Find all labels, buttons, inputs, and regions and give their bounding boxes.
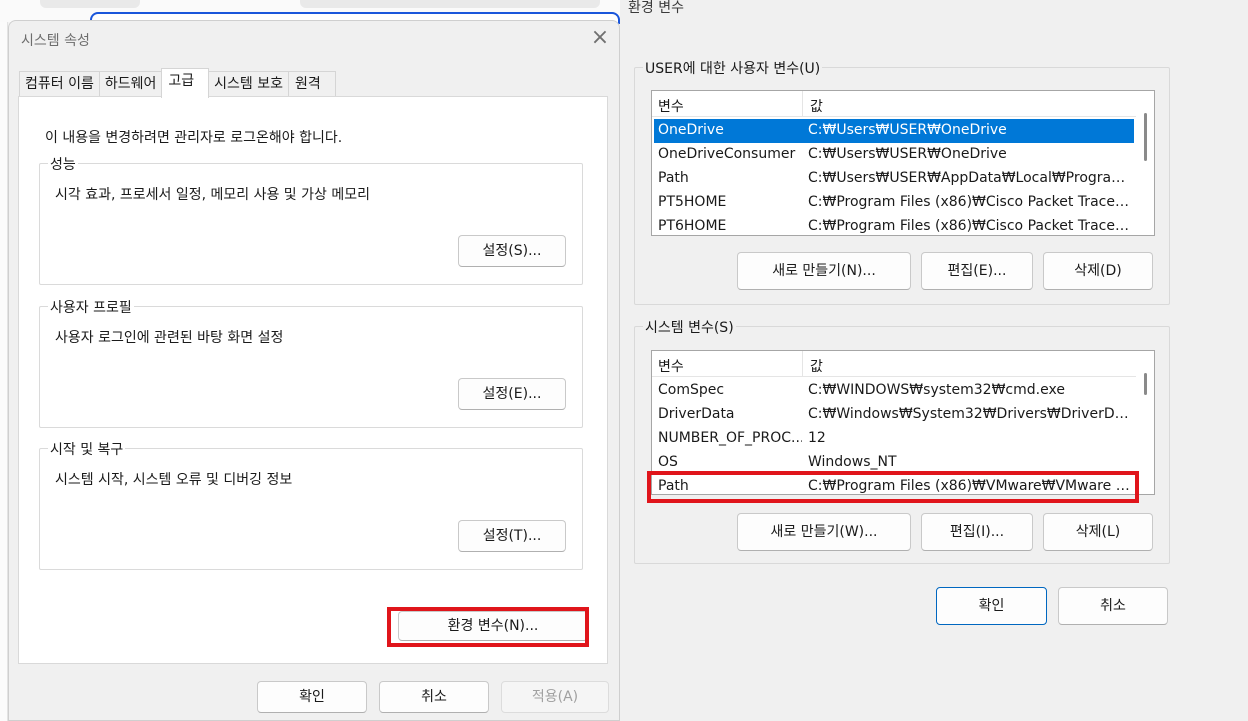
system-properties-dialog: 시스템 속성 × 컴퓨터 이름 하드웨어 고급 시스템 보호 원격 이 내용을 … [8, 20, 620, 721]
list-header: 변수 값 [652, 351, 1136, 377]
background-window-edge [0, 22, 8, 721]
variable-value: C:₩Program Files (x86)₩Cisco Packet Trac… [808, 218, 1132, 234]
variable-value: C:₩Users₩USER₩OneDrive [808, 146, 1007, 162]
system-edit-button[interactable]: 편집(I)... [921, 513, 1033, 551]
variable-name: OneDrive [658, 122, 724, 138]
list-item[interactable]: DriverData C:₩Windows₩System32₩Drivers₩D… [654, 403, 1134, 427]
variable-name: NUMBER_OF_PROC... [658, 430, 802, 446]
scrollbar-thumb[interactable] [1144, 113, 1147, 161]
variable-value: C:₩Program Files (x86)₩Cisco Packet Trac… [808, 194, 1132, 210]
system-new-button[interactable]: 새로 만들기(W)... [737, 513, 911, 551]
performance-settings-button[interactable]: 설정(S)... [458, 235, 566, 267]
variable-name: Path [658, 170, 689, 186]
scrollbar-thumb[interactable] [1144, 373, 1147, 395]
variable-value: C:₩Users₩USER₩AppData₩Local₩Programs... [808, 170, 1132, 186]
list-item[interactable]: OneDrive C:₩Users₩USER₩OneDrive [654, 119, 1134, 143]
tab-advanced[interactable]: 고급 [161, 68, 210, 98]
column-header-value[interactable]: 값 [810, 356, 823, 376]
tab-remote[interactable]: 원격 [288, 71, 336, 97]
advanced-tab-panel: 이 내용을 변경하려면 관리자로 로그온해야 합니다. 성능 시각 효과, 프로… [18, 96, 608, 664]
list-item[interactable]: Path C:₩Users₩USER₩AppData₩Local₩Program… [654, 167, 1134, 191]
system-delete-button[interactable]: 삭제(L) [1043, 513, 1153, 551]
list-item[interactable]: PT5HOME C:₩Program Files (x86)₩Cisco Pac… [654, 191, 1134, 215]
highlight-box [387, 607, 589, 647]
background-tab [40, 0, 140, 8]
admin-note: 이 내용을 변경하려면 관리자로 로그온해야 합니다. [45, 130, 343, 146]
column-header-value[interactable]: 값 [810, 96, 823, 116]
list-header: 변수 값 [652, 91, 1136, 117]
variable-name: PT6HOME [658, 218, 727, 234]
tab-hardware[interactable]: 하드웨어 [98, 71, 163, 97]
env-cancel-button[interactable]: 취소 [1058, 587, 1168, 625]
close-icon[interactable]: × [589, 27, 611, 49]
env-ok-button[interactable]: 확인 [936, 587, 1047, 625]
group-title: 시스템 변수(S) [643, 317, 736, 337]
variable-value: C:₩Users₩USER₩OneDrive [808, 122, 1007, 138]
variable-value: C:₩WINDOWS₩system32₩cmd.exe [808, 382, 1065, 398]
group-description: 시각 효과, 프로세서 일정, 메모리 사용 및 가상 메모리 [55, 187, 370, 203]
cancel-button[interactable]: 취소 [379, 681, 489, 713]
user-new-button[interactable]: 새로 만들기(N)... [737, 252, 911, 290]
system-variables-group: 시스템 변수(S) 변수 값 ComSpec C:₩WINDOWS₩system… [634, 317, 1170, 564]
highlight-box [647, 471, 1139, 503]
user-delete-button[interactable]: 삭제(D) [1043, 252, 1153, 290]
list-item[interactable]: PT6HOME C:₩Program Files (x86)₩Cisco Pac… [654, 215, 1134, 235]
ok-button[interactable]: 확인 [257, 681, 367, 713]
variable-name: OneDriveConsumer [658, 146, 796, 162]
variable-value: 12 [808, 430, 826, 446]
background-tab [300, 0, 600, 8]
variable-name: OS [658, 454, 678, 470]
group-description: 시스템 시작, 시스템 오류 및 디버깅 정보 [55, 472, 293, 488]
column-divider [802, 91, 803, 117]
user-profiles-group: 사용자 프로필 사용자 로그인에 관련된 바탕 화면 설정 설정(E)... [39, 297, 583, 428]
variable-name: PT5HOME [658, 194, 727, 210]
list-item[interactable]: NUMBER_OF_PROC... 12 [654, 427, 1134, 451]
column-header-variable[interactable]: 변수 [658, 96, 684, 116]
list-item[interactable]: OneDriveConsumer C:₩Users₩USER₩OneDrive [654, 143, 1134, 167]
performance-group: 성능 시각 효과, 프로세서 일정, 메모리 사용 및 가상 메모리 설정(S)… [39, 154, 583, 285]
group-title: 사용자 프로필 [48, 297, 134, 317]
tab-strip: 컴퓨터 이름 하드웨어 고급 시스템 보호 원격 [19, 68, 336, 98]
variable-name: DriverData [658, 406, 735, 422]
dialog-title: 환경 변수 [628, 0, 684, 16]
column-divider [802, 351, 803, 377]
environment-variables-dialog: 환경 변수 USER에 대한 사용자 변수(U) 변수 값 OneDrive C… [620, 0, 1248, 721]
apply-button[interactable]: 적용(A) [501, 681, 609, 713]
variable-name: ComSpec [658, 382, 725, 398]
variable-value: Windows_NT [808, 454, 897, 470]
column-header-variable[interactable]: 변수 [658, 356, 684, 376]
group-title: 시작 및 복구 [48, 439, 126, 459]
tab-system-protection[interactable]: 시스템 보호 [208, 71, 290, 97]
tab-computer-name[interactable]: 컴퓨터 이름 [19, 71, 100, 97]
group-description: 사용자 로그인에 관련된 바탕 화면 설정 [55, 330, 284, 346]
list-item[interactable]: ComSpec C:₩WINDOWS₩system32₩cmd.exe [654, 379, 1134, 403]
user-profiles-settings-button[interactable]: 설정(E)... [458, 378, 566, 410]
user-edit-button[interactable]: 편집(E)... [921, 252, 1033, 290]
scrollbar[interactable] [1136, 91, 1154, 235]
user-variables-list[interactable]: 변수 값 OneDrive C:₩Users₩USER₩OneDrive One… [651, 90, 1155, 236]
group-title: USER에 대한 사용자 변수(U) [643, 58, 823, 78]
group-title: 성능 [48, 154, 78, 174]
variable-value: C:₩Windows₩System32₩Drivers₩DriverData [808, 406, 1132, 422]
startup-recovery-settings-button[interactable]: 설정(T)... [458, 520, 566, 552]
dialog-title: 시스템 속성 [21, 33, 90, 49]
user-variables-group: USER에 대한 사용자 변수(U) 변수 값 OneDrive C:₩User… [634, 58, 1170, 305]
startup-recovery-group: 시작 및 복구 시스템 시작, 시스템 오류 및 디버깅 정보 설정(T)... [39, 439, 583, 570]
